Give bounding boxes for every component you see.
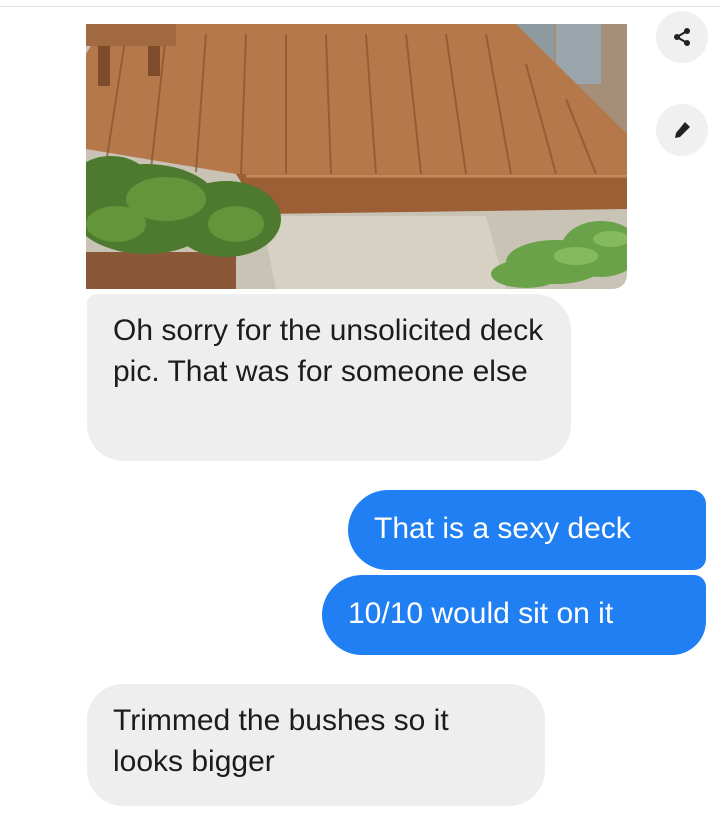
share-button[interactable] [656, 11, 708, 63]
pencil-icon [675, 122, 690, 138]
message-bubble-outgoing[interactable]: That is a sexy deck [348, 490, 706, 570]
top-divider [0, 6, 720, 7]
edit-button[interactable] [656, 104, 708, 156]
share-icon [674, 28, 690, 46]
deck-photo[interactable] [86, 24, 627, 289]
message-bubble-outgoing[interactable]: 10/10 would sit on it [322, 575, 706, 655]
message-bubble-incoming[interactable]: Trimmed the bushes so it looks bigger [87, 684, 545, 806]
message-bubble-incoming[interactable]: Oh sorry for the unsolicited deck pic. T… [87, 294, 571, 461]
